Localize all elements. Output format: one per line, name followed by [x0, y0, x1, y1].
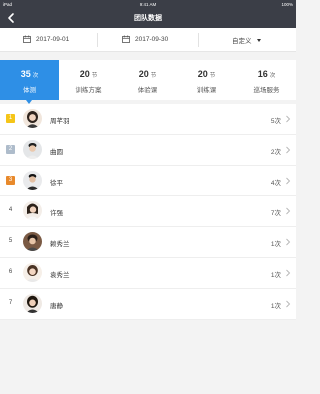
- page-title: 团队数据: [134, 15, 162, 22]
- chevron-right-icon: [286, 208, 291, 215]
- tab-value: 20 节: [197, 69, 216, 79]
- member-name: 徐平: [50, 179, 63, 187]
- tab-unit: 次: [269, 73, 276, 79]
- chevron-right-icon: [286, 300, 291, 308]
- member-name: 唐静: [50, 302, 63, 310]
- tab-label: 训练方案: [75, 87, 102, 94]
- chevron-right-icon: [286, 177, 291, 184]
- rank-badge: 3: [6, 175, 15, 185]
- avatar: [23, 201, 42, 221]
- tab-training-class[interactable]: 20 节 训练课: [177, 60, 236, 100]
- tab-value: 20 节: [79, 69, 98, 79]
- rank-number: 4: [8, 207, 13, 214]
- tab-physical-test[interactable]: 35 次 体测: [0, 60, 59, 104]
- avatar: [23, 232, 42, 252]
- tab-label: 体测: [23, 87, 36, 94]
- rank-number: 7: [8, 299, 13, 306]
- tab-training-plan[interactable]: 20 节 训练方案: [59, 60, 118, 100]
- tab-value: 20 节: [138, 69, 157, 79]
- tab-label: 训练课: [196, 87, 217, 94]
- start-date-value: 2017-09-01: [36, 35, 70, 43]
- rank-badge: 1: [6, 114, 15, 123]
- avatar: [23, 293, 42, 313]
- member-count: 1次: [270, 302, 281, 310]
- rank-number: 6: [8, 269, 13, 275]
- tab-unit: 次: [32, 73, 39, 79]
- range-select-value: 自定义: [232, 38, 252, 45]
- nav-bar: 团队数据: [0, 8, 296, 28]
- caret-down-icon: [256, 38, 261, 42]
- stat-tabs: 35 次 体测 20 节 训练方案 20 节 体验课 20 节 训练课 16 次 巡场服务: [0, 60, 296, 104]
- avatar: [23, 263, 42, 282]
- list-item[interactable]: 3 徐平 4次: [0, 166, 296, 197]
- list-item[interactable]: 1 周芊羽 5次: [0, 104, 296, 135]
- member-count: 7次: [270, 210, 281, 218]
- list-item[interactable]: 4 许强 7次: [0, 196, 296, 228]
- chevron-right-icon: [286, 146, 291, 154]
- tab-unit: 节: [150, 73, 157, 79]
- avatar: [23, 139, 42, 159]
- avatar: [23, 109, 42, 128]
- member-count: 4次: [270, 179, 281, 187]
- tab-value: 16 次: [257, 69, 276, 79]
- chevron-right-icon: [286, 238, 291, 246]
- tab-unit: 节: [91, 73, 98, 79]
- member-count: 2次: [270, 148, 281, 156]
- rank-badge: 2: [6, 144, 15, 154]
- battery-label: 100%: [281, 1, 293, 7]
- member-name: 袁秀兰: [50, 272, 70, 279]
- tab-label: 体验课: [137, 87, 158, 94]
- member-count: 1次: [270, 272, 281, 279]
- tab-trial-class[interactable]: 20 节 体验课: [118, 60, 177, 100]
- tab-patrol-service[interactable]: 16 次 巡场服务: [237, 60, 296, 100]
- divider: [97, 33, 98, 47]
- clock: 9:41 AM: [139, 1, 157, 7]
- member-name: 周芊羽: [50, 118, 70, 125]
- tab-unit: 节: [209, 73, 216, 79]
- divider: [198, 33, 199, 47]
- start-date-picker[interactable]: 2017-09-01: [23, 35, 69, 43]
- ranking-list: 1 周芊羽 5次 2 曲圆 2次 3 徐平 4次 4 许强 7次 5 赖秀兰 1…: [0, 104, 296, 320]
- tab-value: 35 次: [20, 69, 39, 79]
- status-bar: iPad 9:41 AM 100%: [0, 0, 296, 8]
- tab-label: 巡场服务: [253, 87, 280, 94]
- list-item[interactable]: 5 赖秀兰 1次: [0, 227, 296, 258]
- range-select[interactable]: 自定义: [232, 35, 261, 45]
- end-date-picker[interactable]: 2017-09-30: [122, 35, 168, 43]
- list-item[interactable]: 2 曲圆 2次: [0, 135, 296, 166]
- list-item[interactable]: 7 唐静 1次: [0, 289, 296, 320]
- chevron-right-icon: [286, 269, 291, 277]
- member-count: 5次: [270, 118, 281, 125]
- list-item[interactable]: 6 袁秀兰 1次: [0, 258, 296, 289]
- chevron-right-icon: [286, 115, 291, 123]
- rank-number: 5: [8, 238, 13, 245]
- member-name: 曲圆: [50, 148, 63, 156]
- calendar-icon: [122, 35, 130, 43]
- end-date-value: 2017-09-30: [135, 35, 169, 43]
- date-filter-bar: 2017-09-01 2017-09-30 自定义: [0, 28, 296, 52]
- avatar: [23, 170, 42, 190]
- calendar-icon: [23, 35, 31, 43]
- member-name: 许强: [50, 210, 63, 218]
- member-count: 1次: [270, 241, 281, 249]
- member-name: 赖秀兰: [50, 241, 70, 249]
